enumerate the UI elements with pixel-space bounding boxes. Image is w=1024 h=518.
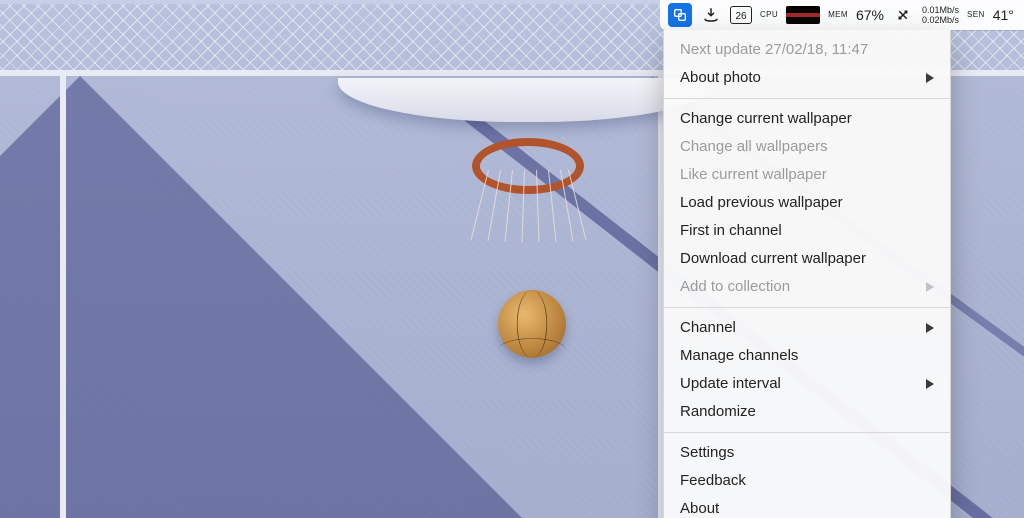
menubar-net-arrows-icon[interactable] <box>892 4 914 26</box>
menu-settings[interactable]: Settings <box>664 439 950 467</box>
menu-label: First in channel <box>680 221 782 241</box>
chevron-right-icon <box>926 73 934 83</box>
menu-about-photo[interactable]: About photo <box>664 64 950 92</box>
menu-change-current-wallpaper[interactable]: Change current wallpaper <box>664 105 950 133</box>
menubar-temperature[interactable]: 41° <box>993 4 1014 26</box>
chevron-right-icon <box>926 379 934 389</box>
menu-label: Like current wallpaper <box>680 165 827 185</box>
menubar-cpu-chart[interactable] <box>786 4 820 26</box>
menu-feedback[interactable]: Feedback <box>664 467 950 495</box>
menu-label: Update interval <box>680 374 781 394</box>
mem-text: MEM <box>828 11 848 19</box>
menu-first-in-channel[interactable]: First in channel <box>664 217 950 245</box>
menu-label: Add to collection <box>680 277 790 297</box>
menu-label: About photo <box>680 68 761 88</box>
menu-separator <box>664 307 950 308</box>
menubar-calendar[interactable]: 26 <box>730 4 752 26</box>
menubar-download-icon[interactable] <box>700 4 722 26</box>
menubar-sen-label[interactable]: SEN <box>967 4 985 26</box>
menu-separator <box>664 98 950 99</box>
menu-label: Randomize <box>680 402 756 422</box>
irvue-dropdown-menu: Next update 27/02/18, 11:47 About photo … <box>663 30 951 518</box>
chevron-right-icon <box>926 323 934 333</box>
cpu-text: CPU <box>760 11 778 19</box>
cpu-chart-icon <box>786 6 820 24</box>
menu-channel[interactable]: Channel <box>664 314 950 342</box>
basketball-rim <box>472 138 584 194</box>
basketball <box>498 290 566 358</box>
menubar-battery-percent[interactable]: 67% <box>856 4 884 26</box>
menu-randomize[interactable]: Randomize <box>664 398 950 426</box>
menu-change-all-wallpapers: Change all wallpapers <box>664 133 950 161</box>
net-up-text: 0.01Mb/s <box>922 5 959 15</box>
menu-download-current-wallpaper[interactable]: Download current wallpaper <box>664 245 950 273</box>
menu-separator <box>664 432 950 433</box>
menubar-cpu-label[interactable]: CPU <box>760 4 778 26</box>
menu-manage-channels[interactable]: Manage channels <box>664 342 950 370</box>
menu-label: Download current wallpaper <box>680 249 866 269</box>
menu-label: Next update 27/02/18, 11:47 <box>680 40 868 60</box>
desktop: 26 CPU MEM 67% 0.01Mb/s 0.02Mb/s SEN 41° <box>0 0 1024 518</box>
chevron-right-icon <box>926 282 934 292</box>
menu-label: Manage channels <box>680 346 798 366</box>
menubar-net-speeds[interactable]: 0.01Mb/s 0.02Mb/s <box>922 4 959 26</box>
menu-like-current-wallpaper: Like current wallpaper <box>664 161 950 189</box>
battery-percent-text: 67% <box>856 7 884 23</box>
menu-add-to-collection: Add to collection <box>664 273 950 301</box>
menu-label: Channel <box>680 318 736 338</box>
court-line <box>60 76 66 518</box>
menubar-app-irvue[interactable] <box>668 4 692 26</box>
net-down-text: 0.02Mb/s <box>922 15 959 25</box>
menu-label: Change all wallpapers <box>680 137 828 157</box>
menu-next-update: Next update 27/02/18, 11:47 <box>664 36 950 64</box>
menu-label: Change current wallpaper <box>680 109 852 129</box>
menu-load-previous-wallpaper[interactable]: Load previous wallpaper <box>664 189 950 217</box>
menu-label: Load previous wallpaper <box>680 193 843 213</box>
irvue-icon <box>668 3 692 27</box>
calendar-day: 26 <box>735 11 746 22</box>
temperature-text: 41° <box>993 7 1014 23</box>
menu-about[interactable]: About <box>664 495 950 518</box>
menu-label: Settings <box>680 443 734 463</box>
menubar: 26 CPU MEM 67% 0.01Mb/s 0.02Mb/s SEN 41° <box>660 0 1024 30</box>
menu-label: Feedback <box>680 471 746 491</box>
menubar-mem-label[interactable]: MEM <box>828 4 848 26</box>
menu-update-interval[interactable]: Update interval <box>664 370 950 398</box>
sen-text: SEN <box>967 11 985 19</box>
calendar-icon: 26 <box>730 6 752 24</box>
menu-label: About <box>680 499 719 518</box>
